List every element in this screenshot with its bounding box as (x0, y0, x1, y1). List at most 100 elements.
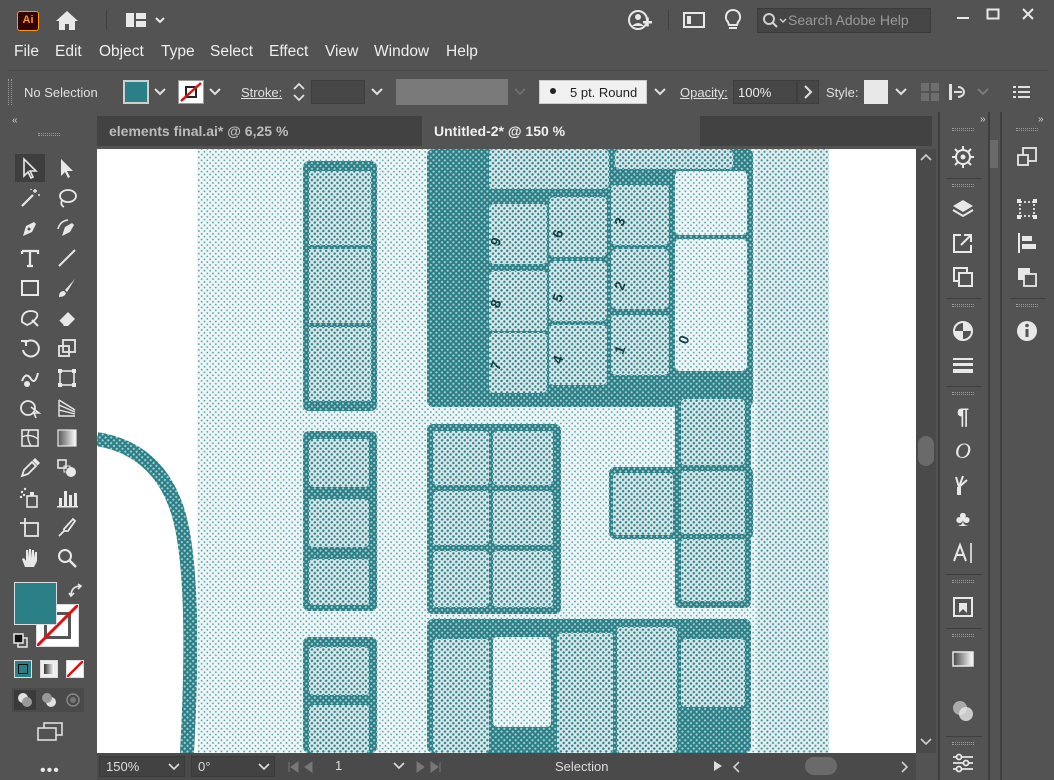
none-mode-icon[interactable] (66, 660, 84, 678)
fill-swatch[interactable] (123, 80, 149, 104)
rotate-tool-icon[interactable] (15, 334, 45, 362)
home-icon[interactable] (54, 8, 80, 32)
default-fill-stroke-icon[interactable] (13, 633, 29, 649)
pen-tool-icon[interactable] (15, 214, 45, 242)
dock-scroll-thumb[interactable] (990, 140, 998, 168)
menu-type[interactable]: Type (161, 43, 195, 61)
opacity-field[interactable]: 100% (733, 80, 797, 104)
rotation-dropdown-icon[interactable] (258, 762, 270, 771)
stroke-weight-dropdown-icon[interactable] (370, 87, 384, 97)
lasso-tool-icon[interactable] (52, 184, 82, 212)
stroke-weight-stepper[interactable] (291, 80, 307, 104)
tools-grip[interactable] (38, 133, 60, 136)
rotation-field[interactable]: 0° (191, 756, 275, 777)
paintbrush-tool-icon[interactable] (52, 274, 82, 302)
align-panel-grid-icon[interactable] (1010, 194, 1044, 224)
edit-toolbar-icon[interactable]: ••• (40, 762, 60, 780)
warp-tool-icon[interactable] (15, 364, 45, 392)
layers-panel-icon[interactable] (946, 194, 980, 224)
opacity-arrow-button[interactable] (797, 80, 819, 104)
screen-mode-icon[interactable] (36, 721, 64, 743)
line-tool-icon[interactable] (52, 244, 82, 272)
align-panel-icon[interactable] (1010, 228, 1044, 258)
shape-builder-tool-icon[interactable] (15, 394, 45, 422)
scroll-thumb[interactable] (918, 436, 934, 466)
eyedropper-tool-icon[interactable] (15, 454, 45, 482)
gradient-tool-icon[interactable] (52, 424, 82, 452)
free-transform-tool-icon[interactable] (52, 364, 82, 392)
character-panel-icon[interactable] (946, 538, 980, 568)
draw-behind-icon[interactable] (38, 690, 60, 710)
type-tool-icon[interactable] (15, 244, 45, 272)
image-trace-panel-icon[interactable] (946, 592, 980, 622)
menu-file[interactable]: File (14, 43, 39, 61)
menu-effect[interactable]: Effect (269, 43, 308, 61)
opentype-panel-icon[interactable]: O (946, 436, 980, 466)
artboards-panel-icon[interactable] (946, 262, 980, 292)
menu-object[interactable]: Object (99, 43, 144, 61)
pathfinder-panel-icon[interactable] (1010, 262, 1044, 292)
tab-untitled-2[interactable]: Untitled-2* @ 150 % (RGB/Preview)✕ (422, 116, 700, 169)
brushes-panel-icon[interactable] (946, 470, 980, 500)
stroke-weight-field[interactable] (311, 80, 365, 104)
brush-dropdown-icon[interactable] (653, 87, 667, 97)
rectangle-tool-icon[interactable] (15, 274, 45, 302)
scroll-up-icon[interactable] (920, 152, 932, 162)
fill-dropdown-icon[interactable] (153, 87, 167, 97)
hscroll-right-icon[interactable] (900, 761, 910, 773)
symbol-sprayer-tool-icon[interactable] (15, 484, 45, 512)
menu-edit[interactable]: Edit (55, 43, 82, 61)
selection-tool-icon[interactable] (15, 154, 45, 182)
collapse-dock-icon[interactable]: » (1038, 114, 1044, 125)
opacity-label[interactable]: Opacity: (680, 85, 728, 100)
current-tool-status[interactable]: Selection (555, 759, 608, 774)
magic-wand-tool-icon[interactable] (15, 184, 45, 212)
stroke-label[interactable]: Stroke: (241, 85, 282, 100)
curvature-tool-icon[interactable] (52, 214, 82, 242)
lightbulb-icon[interactable] (720, 8, 746, 32)
properties-panel-icon[interactable] (946, 142, 980, 172)
brush-definition-field[interactable]: 5 pt. Round (539, 80, 647, 104)
collapse-tools-icon[interactable]: « (12, 115, 18, 126)
align-to-icon[interactable] (948, 82, 974, 102)
restore-button[interactable] (981, 4, 1005, 24)
color-mode-icon[interactable] (14, 660, 32, 678)
style-dropdown-icon[interactable] (894, 87, 908, 97)
paragraph-panel-icon[interactable]: ¶ (946, 402, 980, 432)
asset-export-panel-icon[interactable] (946, 228, 980, 258)
artboard-canvas[interactable]: 9 6 3 8 5 2 7 4 1 0 (97, 149, 916, 753)
appearance-panel-icon[interactable] (946, 748, 980, 778)
stroke-color-dropdown-icon[interactable] (208, 87, 222, 97)
gradient-panel-icon[interactable] (946, 644, 980, 674)
stroke-swatch[interactable] (178, 80, 204, 104)
scale-tool-icon[interactable] (52, 334, 82, 362)
menu-view[interactable]: View (325, 43, 358, 61)
info-panel-icon[interactable] (1010, 316, 1044, 346)
shaper-tool-icon[interactable] (15, 304, 45, 332)
transform-panel-icon[interactable] (1010, 142, 1044, 172)
search-help-input[interactable]: Search Adobe Help (757, 8, 931, 33)
blend-tool-icon[interactable] (52, 454, 82, 482)
hand-tool-icon[interactable] (15, 544, 45, 572)
hscroll-thumb[interactable] (805, 757, 837, 775)
symbols-panel-icon[interactable]: ♣ (946, 504, 980, 534)
scroll-down-icon[interactable] (920, 737, 932, 747)
color-guide-panel-icon[interactable] (946, 316, 980, 346)
status-play-icon[interactable] (713, 760, 723, 772)
stroke-panel-icon[interactable] (946, 350, 980, 380)
vertical-scrollbar[interactable] (916, 149, 936, 753)
control-menu-icon[interactable] (1013, 84, 1031, 100)
slice-tool-icon[interactable] (52, 514, 82, 542)
draw-normal-icon[interactable] (14, 690, 36, 710)
minimize-button[interactable] (951, 4, 975, 24)
gradient-mode-icon[interactable] (40, 660, 58, 678)
share-user-icon[interactable] (627, 8, 653, 32)
close-window-button[interactable] (1016, 4, 1040, 24)
zoom-level-field[interactable]: 150% (99, 756, 185, 777)
variable-width-profile[interactable] (396, 79, 508, 105)
menu-select[interactable]: Select (210, 43, 253, 61)
artboard-tool-icon[interactable] (15, 514, 45, 542)
column-graph-tool-icon[interactable] (52, 484, 82, 512)
zoom-tool-icon[interactable] (52, 544, 82, 572)
transparency-panel-icon[interactable] (946, 696, 980, 726)
